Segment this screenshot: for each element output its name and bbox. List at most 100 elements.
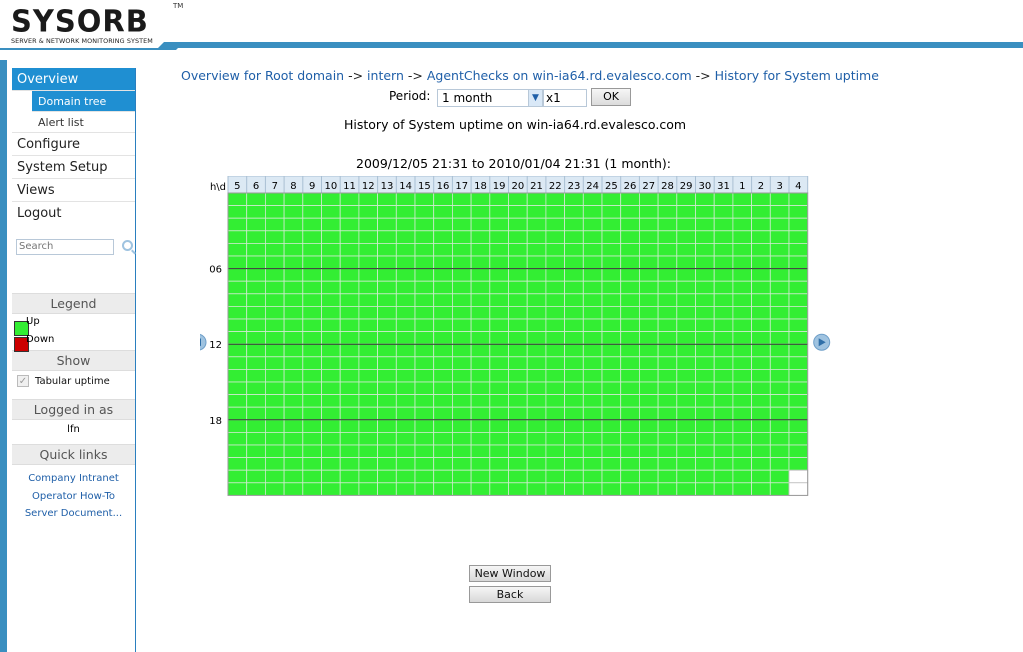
uptime-cell xyxy=(433,205,453,219)
uptime-cell xyxy=(620,331,640,345)
uptime-cell xyxy=(732,368,753,383)
uptime-cell xyxy=(321,381,341,396)
uptime-cell xyxy=(283,431,304,446)
day-label: 17 xyxy=(455,181,468,192)
breadcrumb-history[interactable]: History for System uptime xyxy=(715,68,879,83)
period-multiplier-input[interactable]: x1 xyxy=(543,89,587,107)
uptime-cell xyxy=(638,394,659,408)
uptime-cell xyxy=(339,243,360,257)
quick-link-company-intranet[interactable]: Company Intranet xyxy=(12,470,135,488)
uptime-cell xyxy=(377,482,397,496)
uptime-cell xyxy=(751,318,771,333)
uptime-cell xyxy=(451,293,472,307)
nav-system-setup[interactable]: System Setup xyxy=(12,156,135,179)
uptime-cell xyxy=(283,469,304,484)
uptime-cell xyxy=(321,318,341,333)
uptime-cell xyxy=(470,243,491,257)
uptime-cell xyxy=(657,217,678,232)
uptime-cell xyxy=(470,230,491,244)
uptime-cell xyxy=(414,305,435,320)
ok-button[interactable]: OK xyxy=(591,88,631,106)
uptime-cell xyxy=(638,368,659,383)
uptime-cell xyxy=(265,482,285,496)
uptime-cell xyxy=(470,482,491,496)
uptime-cell xyxy=(246,482,266,496)
uptime-cell xyxy=(732,356,753,370)
quick-link-server-document[interactable]: Server Document... xyxy=(12,505,135,523)
uptime-cell xyxy=(751,205,771,219)
uptime-cell xyxy=(620,255,640,270)
day-label: 5 xyxy=(234,181,240,192)
uptime-cell xyxy=(545,381,565,396)
uptime-cell xyxy=(564,394,584,408)
nav-alert-list[interactable]: Alert list xyxy=(12,112,135,133)
search-icon[interactable] xyxy=(122,240,134,251)
uptime-cell xyxy=(732,280,753,295)
uptime-cell xyxy=(769,368,790,383)
uptime-cell xyxy=(769,305,790,320)
uptime-cell xyxy=(283,381,304,396)
uptime-cell xyxy=(283,457,304,471)
breadcrumb-agentchecks[interactable]: AgentChecks on win-ia64.rd.evalesco.com xyxy=(427,68,692,83)
uptime-cell xyxy=(321,192,341,207)
uptime-cell xyxy=(676,343,696,358)
period-selected-value: 1 month xyxy=(442,91,493,105)
uptime-cell xyxy=(526,356,547,370)
uptime-cell xyxy=(339,192,360,207)
nav-domain-tree[interactable]: Domain tree xyxy=(32,91,135,112)
uptime-cell xyxy=(227,305,248,320)
tabular-uptime-checkbox[interactable]: ✓ xyxy=(17,375,29,387)
uptime-cell xyxy=(582,305,603,320)
nav-views[interactable]: Views xyxy=(12,179,135,202)
nav-configure[interactable]: Configure xyxy=(12,133,135,156)
uptime-cell xyxy=(601,406,622,421)
uptime-cell xyxy=(265,205,285,219)
uptime-cell xyxy=(339,318,360,333)
uptime-cell xyxy=(788,331,809,345)
new-window-button[interactable]: New Window xyxy=(469,565,551,582)
uptime-cell xyxy=(489,444,509,459)
uptime-cell xyxy=(676,318,696,333)
uptime-cell xyxy=(769,381,790,396)
uptime-cell xyxy=(339,255,360,270)
uptime-cell xyxy=(265,318,285,333)
uptime-cell xyxy=(433,457,453,471)
uptime-cell xyxy=(265,192,285,207)
uptime-cell xyxy=(451,268,472,282)
search-input[interactable] xyxy=(16,238,114,255)
breadcrumb-root[interactable]: Overview for Root domain xyxy=(181,68,344,83)
uptime-cell xyxy=(451,305,472,320)
uptime-cell xyxy=(377,444,397,459)
uptime-cell xyxy=(489,457,509,471)
uptime-cell xyxy=(564,482,584,496)
period-select[interactable]: 1 month ▼ xyxy=(437,89,543,107)
uptime-cell xyxy=(302,368,322,383)
uptime-cell xyxy=(582,318,603,333)
uptime-cell xyxy=(713,431,734,446)
uptime-cell xyxy=(489,255,509,270)
uptime-cell xyxy=(769,318,790,333)
uptime-cell xyxy=(433,368,453,383)
uptime-cell xyxy=(414,293,435,307)
breadcrumb-separator: -> xyxy=(348,68,364,83)
uptime-cell xyxy=(695,268,715,282)
chevron-down-icon[interactable]: ▼ xyxy=(528,90,542,106)
uptime-cell xyxy=(489,318,509,333)
uptime-cell xyxy=(601,217,622,232)
breadcrumb-intern[interactable]: intern xyxy=(367,68,404,83)
nav-overview[interactable]: Overview xyxy=(12,68,135,91)
header-accent-bar xyxy=(170,42,1023,48)
back-button[interactable]: Back xyxy=(469,586,551,603)
uptime-cell xyxy=(321,217,341,232)
uptime-cell xyxy=(265,280,285,295)
uptime-cell xyxy=(377,318,397,333)
legend-heading: Legend xyxy=(12,293,135,314)
uptime-cell xyxy=(638,255,659,270)
uptime-cell xyxy=(358,255,378,270)
quick-link-operator-howto[interactable]: Operator How-To xyxy=(12,488,135,506)
nav-logout[interactable]: Logout xyxy=(12,202,135,225)
search-row xyxy=(12,225,135,273)
uptime-cell xyxy=(321,419,341,433)
legend-up-label: Up xyxy=(26,316,40,327)
tabular-uptime-option[interactable]: ✓ Tabular uptime xyxy=(12,371,135,395)
